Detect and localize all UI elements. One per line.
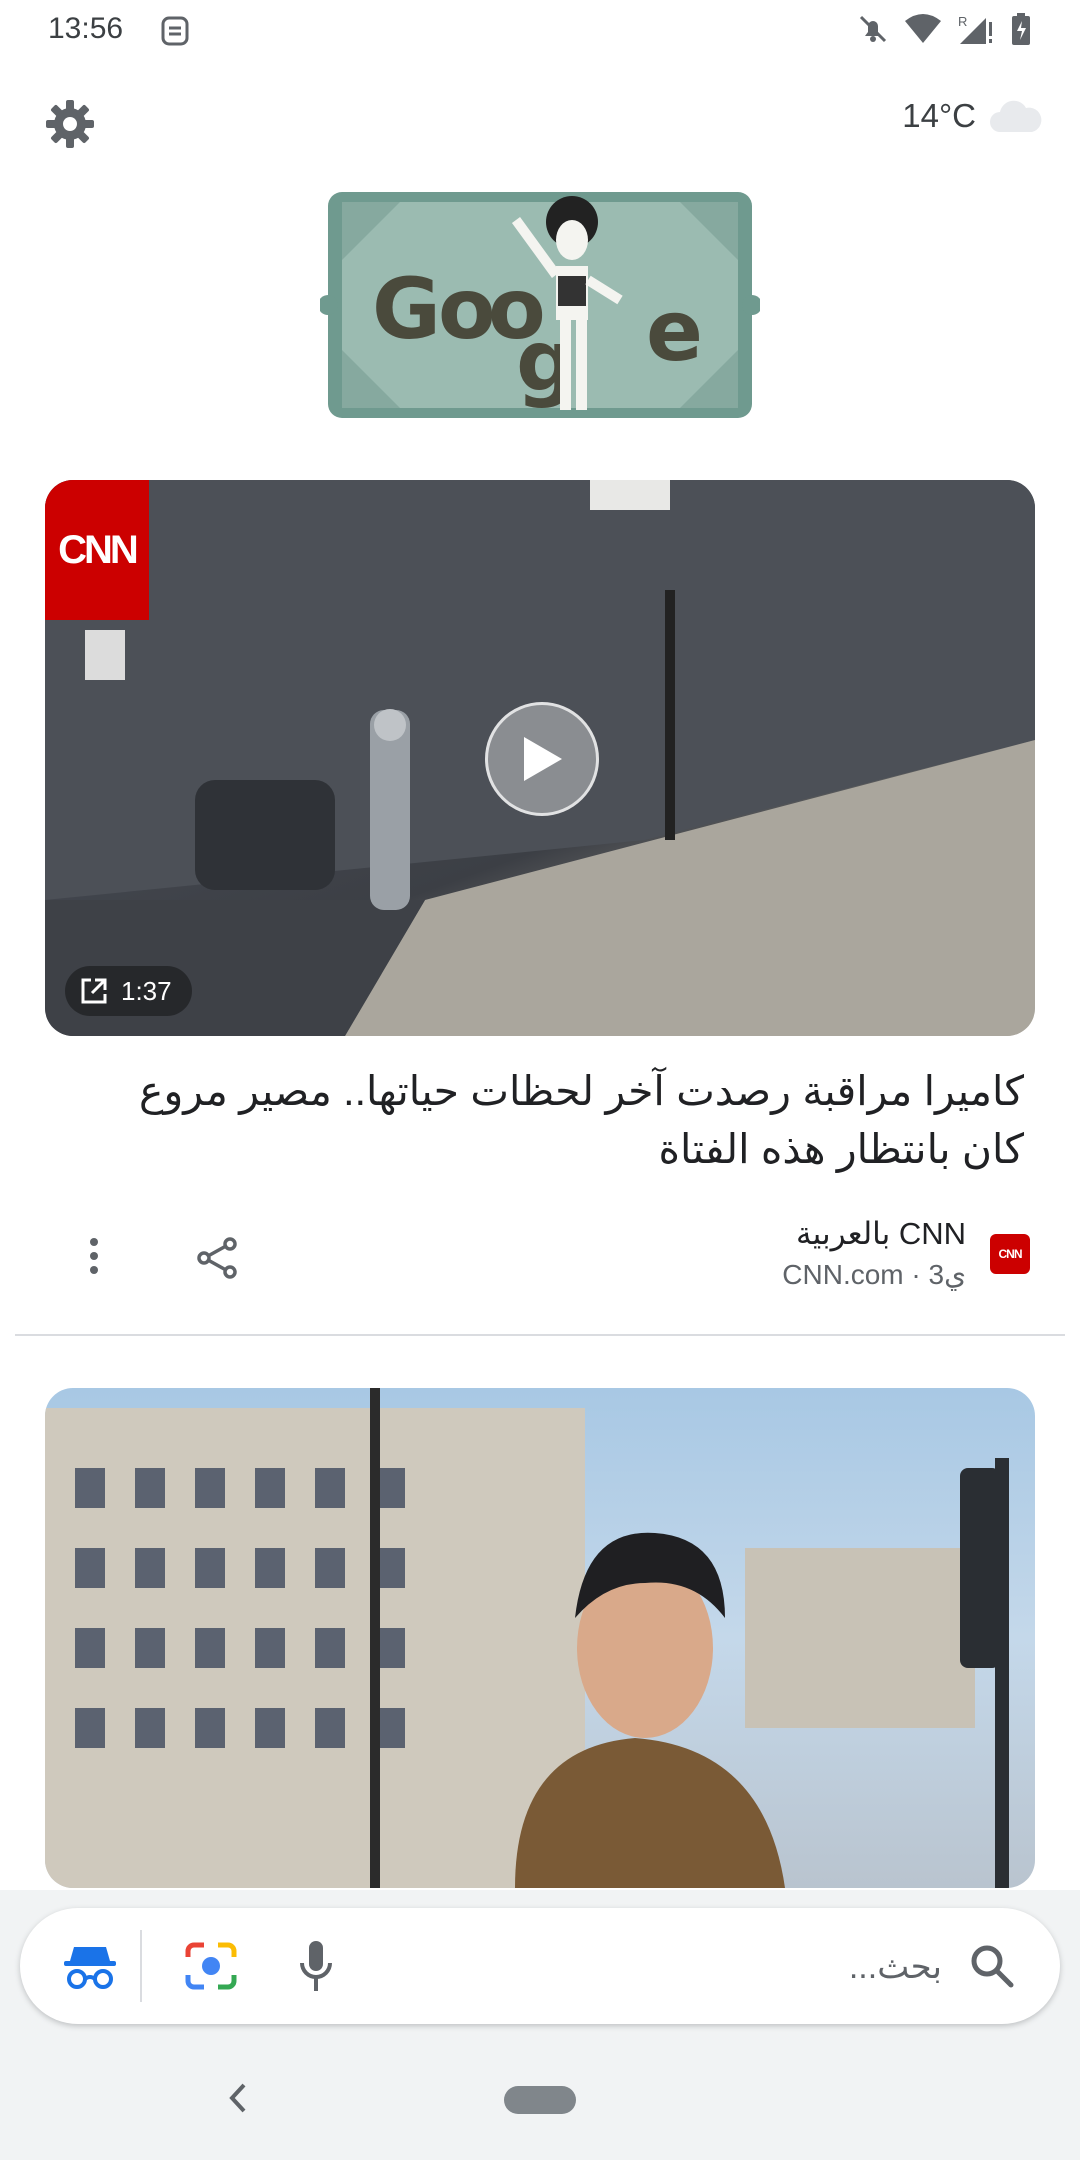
share-button[interactable] [190, 1230, 246, 1286]
settings-button[interactable] [38, 92, 102, 156]
back-chevron-icon [229, 2083, 246, 2113]
roaming-label: R [958, 14, 967, 29]
doodle-illustration: G o o g e [318, 192, 762, 418]
cloud-icon [990, 100, 1042, 132]
feed-divider [15, 1334, 1065, 1336]
news-source-row: CNN بالعربية CNN.com · 3ي CNN [40, 1212, 1030, 1302]
news-headline[interactable]: كاميرا مراقبة رصدت آخر لحظات حياتها.. مص… [80, 1062, 1024, 1178]
share-icon [197, 1237, 237, 1279]
silent-icon [859, 15, 887, 43]
signal-roaming-icon: R [958, 14, 992, 44]
doodle-letter-g: G [372, 260, 441, 358]
source-meta: CNN.com · 3ي [782, 1259, 966, 1290]
news-photo [45, 1388, 1009, 1888]
more-options-button[interactable] [70, 1232, 118, 1280]
gear-icon [46, 100, 94, 148]
more-vert-icon [90, 1238, 98, 1274]
google-lens-button[interactable] [180, 1936, 242, 1996]
incognito-icon [64, 1947, 116, 1989]
lens-icon [185, 1942, 237, 1990]
nav-home-handle[interactable] [504, 2086, 576, 2114]
open-external-icon [81, 978, 107, 1004]
nav-back-button[interactable] [222, 2078, 252, 2118]
status-bar: 13:56 R [0, 0, 1080, 62]
wifi-icon [905, 14, 941, 43]
video-duration: 1:37 [121, 975, 172, 1006]
voice-search-button[interactable] [290, 1934, 342, 1998]
google-doodle[interactable]: G o o g e [318, 180, 762, 430]
video-duration-chip: 1:37 [65, 966, 192, 1016]
status-time: 13:56 [48, 12, 124, 45]
source-info[interactable]: CNN بالعربية CNN.com · 3ي [782, 1216, 966, 1291]
status-icons: R [856, 12, 1032, 46]
assistant-icon [161, 16, 189, 46]
cnn-logo: CNN [45, 480, 149, 620]
doodle-letter-e: e [646, 282, 703, 380]
play-icon [524, 737, 562, 781]
news-image-thumbnail[interactable] [45, 1388, 1035, 1888]
source-logo: CNN [990, 1234, 1030, 1274]
news-video-thumbnail[interactable]: CNN 1:37 [45, 480, 1035, 1036]
search-button[interactable] [964, 1938, 1020, 1994]
search-bar[interactable] [20, 1908, 1060, 2024]
play-button[interactable] [485, 702, 599, 816]
search-bar-separator [140, 1930, 142, 2002]
search-input[interactable] [380, 1938, 944, 1996]
incognito-button[interactable] [56, 1936, 124, 1996]
weather-widget[interactable]: 14°C [902, 96, 1044, 136]
weather-temperature: 14°C [902, 97, 976, 134]
mic-icon [300, 1941, 332, 1991]
battery-charging-icon [1012, 13, 1030, 45]
source-name: CNN بالعربية [796, 1216, 966, 1251]
search-icon [971, 1945, 1014, 1988]
